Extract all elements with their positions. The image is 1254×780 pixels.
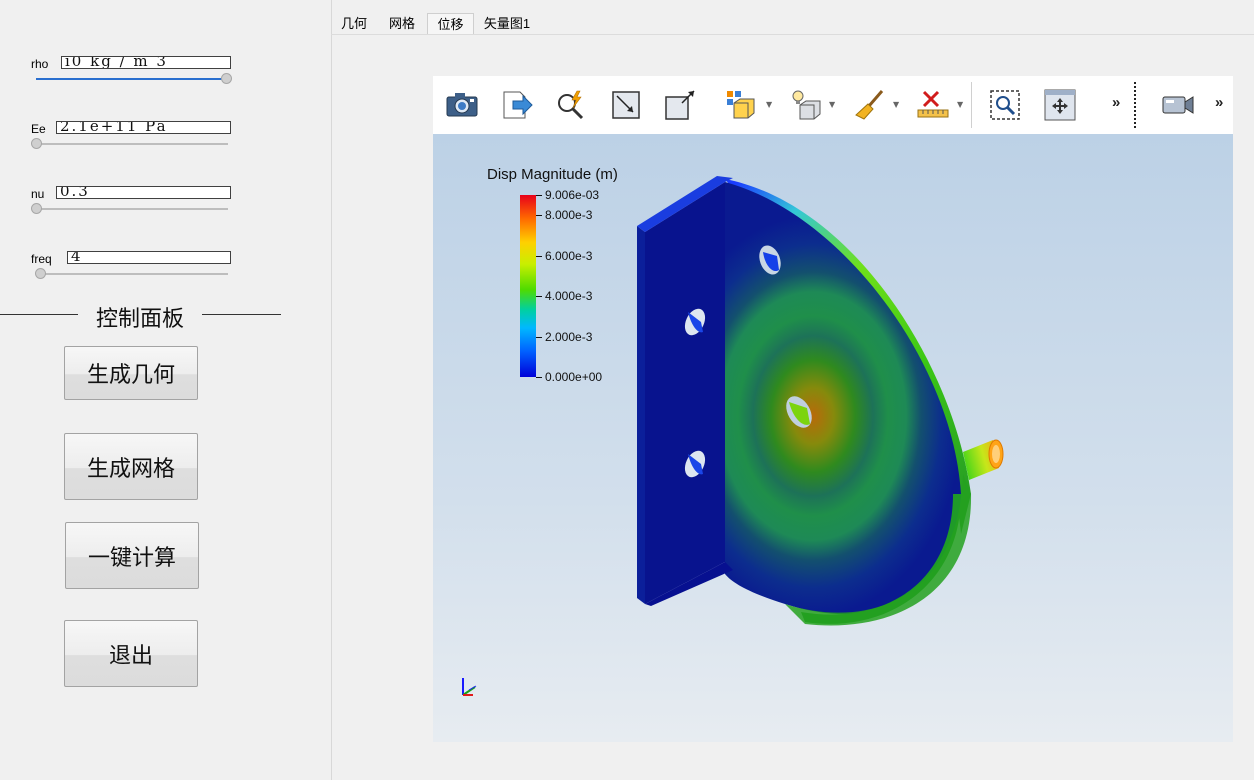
toolbar-grip <box>1134 82 1136 128</box>
lighting-icon[interactable] <box>789 88 823 122</box>
representation-icon[interactable] <box>725 88 759 122</box>
nu-slider-handle[interactable] <box>31 203 42 214</box>
tab-displacement[interactable]: 位移 <box>427 13 474 34</box>
generate-geometry-button[interactable]: 生成几何 <box>64 346 198 400</box>
axes-triad-icon <box>462 678 477 696</box>
toolbar-overflow-button-2[interactable]: » <box>1215 94 1223 111</box>
rho-slider-handle[interactable] <box>221 73 232 84</box>
lighting-dropdown-icon[interactable]: ▼ <box>829 100 835 109</box>
viewer-toolbar: ▼ ▼ ▼ ▼ » » <box>433 76 1233 134</box>
tab-geometry[interactable]: 几何 <box>335 13 373 34</box>
tab-mesh[interactable]: 网格 <box>383 13 421 34</box>
panel-title-text: 控制面板 <box>95 307 184 332</box>
zoom-to-box-icon[interactable] <box>988 88 1022 122</box>
panel-section-title: 控制面板 <box>0 300 281 332</box>
control-panel: rho i0 kg / m 3 Ee 2.1e+11 Pa nu 0.3 fre… <box>0 0 332 780</box>
freq-slider[interactable] <box>35 268 228 279</box>
freq-slider-handle[interactable] <box>35 268 46 279</box>
toolbar-separator <box>971 82 972 128</box>
ruler-delete-icon[interactable] <box>916 88 950 122</box>
representation-dropdown-icon[interactable]: ▼ <box>766 100 772 109</box>
ee-field[interactable]: 2.1e+11 Pa <box>56 121 231 134</box>
toolbar-overflow-button[interactable]: » <box>1112 94 1120 111</box>
tab-divider <box>331 34 1254 35</box>
interactive-select-icon[interactable] <box>554 88 588 122</box>
reset-view-icon[interactable] <box>609 88 643 122</box>
render-viewport[interactable]: Disp Magnitude (m) 9.006e-03 8.000e-3 6.00… <box>433 134 1233 742</box>
video-camera-icon[interactable] <box>1161 88 1195 122</box>
export-icon[interactable] <box>500 88 534 122</box>
bracket-model[interactable] <box>433 134 1233 742</box>
rho-slider[interactable] <box>36 73 232 84</box>
ee-slider-handle[interactable] <box>31 138 42 149</box>
one-click-compute-button[interactable]: 一键计算 <box>65 522 199 589</box>
camera-icon[interactable] <box>445 88 479 122</box>
freq-field[interactable]: 4 <box>67 251 231 264</box>
ee-slider[interactable] <box>31 138 228 149</box>
ruler-dropdown-icon[interactable]: ▼ <box>957 100 963 109</box>
ee-label: Ee <box>31 122 46 136</box>
generate-mesh-button[interactable]: 生成网格 <box>64 433 198 500</box>
rho-label: rho <box>31 57 49 71</box>
freq-label: freq <box>31 252 52 266</box>
tab-vector-plot[interactable]: 矢量图1 <box>481 13 533 34</box>
clear-dropdown-icon[interactable]: ▼ <box>893 100 899 109</box>
nu-field[interactable]: 0.3 <box>56 186 231 199</box>
rho-field[interactable]: i0 kg / m 3 <box>61 56 231 69</box>
nu-label: nu <box>31 187 45 201</box>
clear-icon[interactable] <box>853 88 887 122</box>
fit-view-icon[interactable] <box>663 88 697 122</box>
nu-slider[interactable] <box>31 203 228 214</box>
pan-move-icon[interactable] <box>1043 88 1077 122</box>
exit-button[interactable]: 退出 <box>64 620 198 687</box>
